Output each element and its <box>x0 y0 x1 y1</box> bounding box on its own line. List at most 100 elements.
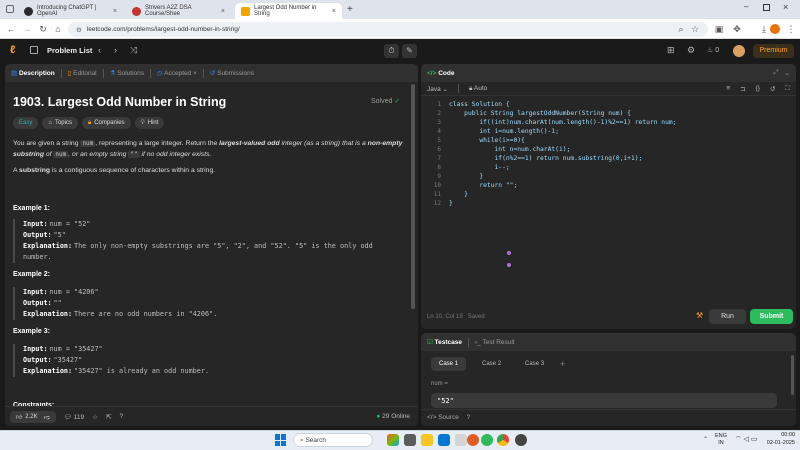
task-view-icon[interactable] <box>404 434 416 446</box>
notes-icon[interactable]: ✎ <box>402 44 417 58</box>
close-icon[interactable]: × <box>332 8 336 15</box>
case-2-tab[interactable]: Case 2 <box>474 357 509 371</box>
companies-chip[interactable]: 🔒︎ Companies <box>81 117 131 129</box>
download-icon[interactable]: ⤓ <box>757 22 771 36</box>
layout-grid-icon[interactable]: ⊞ <box>667 45 675 56</box>
output-label: Output: <box>23 299 52 307</box>
windows-start-icon[interactable] <box>275 434 287 446</box>
menu-kebab-icon[interactable]: ⋮ <box>784 22 798 36</box>
help-icon[interactable]: ? <box>467 414 471 421</box>
clock[interactable]: 00:00 02-01-2025 <box>765 432 795 447</box>
case-3-tab[interactable]: Case 3 <box>517 357 552 371</box>
file-explorer-icon[interactable] <box>421 434 433 446</box>
language-indicator[interactable]: ENG IN <box>715 433 727 447</box>
close-icon[interactable]: × <box>221 8 225 15</box>
help-icon[interactable]: ? <box>119 413 123 420</box>
thumbs-down-icon[interactable]: 👎︎ <box>44 413 50 421</box>
add-case-icon[interactable]: + <box>560 357 565 371</box>
scrollbar-thumb[interactable] <box>791 355 794 395</box>
address-bar[interactable]: ⚙ leetcode.com/problems/largest-odd-numb… <box>68 22 708 37</box>
debug-icon[interactable]: ⚒ <box>696 311 703 320</box>
text: , representing a large integer. Return t… <box>95 140 220 147</box>
bookmark-star-icon[interactable]: ☆ <box>688 22 702 36</box>
share-icon[interactable]: ⇱ <box>106 413 111 421</box>
user-avatar[interactable] <box>733 45 745 57</box>
comments-button[interactable]: 💬︎ 119 <box>64 413 84 421</box>
language-select[interactable]: Java ⌄ <box>427 85 448 93</box>
cursor-marker <box>507 263 511 267</box>
like-button[interactable]: 👍︎ 2.2K 👎︎ <box>10 410 56 423</box>
app-icon[interactable] <box>481 434 493 446</box>
edge-icon[interactable] <box>438 434 450 446</box>
tab-testcase[interactable]: ☑ Testcase <box>427 338 462 346</box>
reload-icon[interactable]: ↻ <box>36 22 50 36</box>
close-icon[interactable]: × <box>193 70 197 77</box>
back-icon[interactable]: ← <box>4 22 18 36</box>
tray-chevron-icon[interactable]: ⌃ <box>703 436 708 443</box>
tab-accepted[interactable]: ◷ Accepted × <box>157 69 197 77</box>
star-icon[interactable]: ☆ <box>92 413 98 421</box>
close-icon[interactable]: × <box>113 8 117 15</box>
maximize-icon[interactable] <box>763 4 770 11</box>
problem-list-icon[interactable] <box>30 46 38 54</box>
profile-avatar[interactable] <box>770 24 780 34</box>
scrollbar-thumb[interactable] <box>411 84 415 309</box>
code-line: 6 int n=num.charAt(i); <box>421 146 796 155</box>
extensions-puzzle-icon[interactable]: ✥ <box>730 22 744 36</box>
site-settings-icon[interactable]: ⚙ <box>76 26 82 34</box>
tab-editorial[interactable]: ▯ Editorial <box>68 69 97 77</box>
topics-chip[interactable]: ⌂ Topics <box>42 117 78 129</box>
submit-button[interactable]: Submit <box>750 309 793 324</box>
braces-icon[interactable]: {} <box>756 85 760 92</box>
tab-submissions[interactable]: ↺ Submissions <box>210 69 254 77</box>
new-tab-icon[interactable]: + <box>347 4 353 15</box>
shuffle-icon[interactable]: ⤨ <box>130 45 137 56</box>
zoom-icon[interactable]: ⌕ <box>674 22 688 36</box>
browser-tab-striver[interactable]: Strivers A2Z DSA Course/Shee × <box>126 3 231 19</box>
next-problem-icon[interactable]: › <box>114 45 117 55</box>
auto-mode-toggle[interactable]: 🔒︎ Auto <box>469 85 487 93</box>
case-1-tab[interactable]: Case 1 <box>431 357 467 371</box>
hint-chip[interactable]: 💡︎ Hint <box>134 117 165 129</box>
forward-icon[interactable]: → <box>20 22 34 36</box>
explanation-value: number. <box>23 253 52 261</box>
extension-icon[interactable]: ▣ <box>712 22 726 36</box>
browser-tab-leetcode[interactable]: Largest Odd Number in String × <box>235 3 342 19</box>
example-block: Input: num = "52" Output: "5" Explanatio… <box>13 219 408 263</box>
copilot-icon[interactable] <box>387 434 399 446</box>
tab-code[interactable]: </> Code <box>427 70 454 77</box>
source-footer: </> Source ? <box>421 409 796 426</box>
auto-label: Auto <box>473 84 488 92</box>
leetcode-logo-icon[interactable]: ℓ <box>10 45 20 56</box>
run-button[interactable]: Run <box>709 309 746 324</box>
testcase-input[interactable]: "52" <box>431 393 777 408</box>
format-icon[interactable]: ≡ <box>726 85 730 92</box>
source-button[interactable]: </> Source <box>427 414 459 421</box>
bookmark-icon[interactable]: ⊐ <box>740 85 745 93</box>
window-close-icon[interactable]: × <box>783 2 788 12</box>
store-icon[interactable] <box>455 434 467 446</box>
expand-icon[interactable]: ⤢ <box>773 69 778 77</box>
prev-problem-icon[interactable]: ‹ <box>98 45 101 55</box>
minimize-icon[interactable]: – <box>744 2 748 11</box>
network-icon[interactable]: ⌔ ◁ ▭ <box>735 435 757 444</box>
reset-icon[interactable]: ↺ <box>770 85 775 93</box>
tab-actions-icon[interactable] <box>6 5 14 13</box>
site-info-icon[interactable]: ⌂ <box>51 22 65 36</box>
taskbar-search[interactable]: ⌕ Search <box>293 433 373 447</box>
settings-icon[interactable] <box>515 434 527 446</box>
tab-solutions[interactable]: ⚗ Solutions <box>110 69 144 77</box>
chrome-icon[interactable] <box>497 434 509 446</box>
browser-tab-chatgpt[interactable]: Introducing ChatGPT | OpenAI × <box>18 3 123 19</box>
brave-icon[interactable] <box>467 434 479 446</box>
more-options-icon[interactable]: ⌄ <box>785 69 790 77</box>
timer-icon[interactable]: ⏱ <box>384 44 399 58</box>
streak-counter[interactable]: ♨ 0 <box>707 46 719 54</box>
problem-list-link[interactable]: Problem List <box>47 46 92 55</box>
tab-description[interactable]: ▤ Description <box>11 69 55 77</box>
premium-button[interactable]: Premium <box>753 44 794 58</box>
code-editor[interactable]: 1 class Solution {2 public String largest… <box>421 101 796 241</box>
tab-test-result[interactable]: ›_ Test Result <box>475 339 515 346</box>
settings-gear-icon[interactable]: ⚙ <box>687 45 695 56</box>
fullscreen-icon[interactable]: ⛶ <box>785 85 790 93</box>
